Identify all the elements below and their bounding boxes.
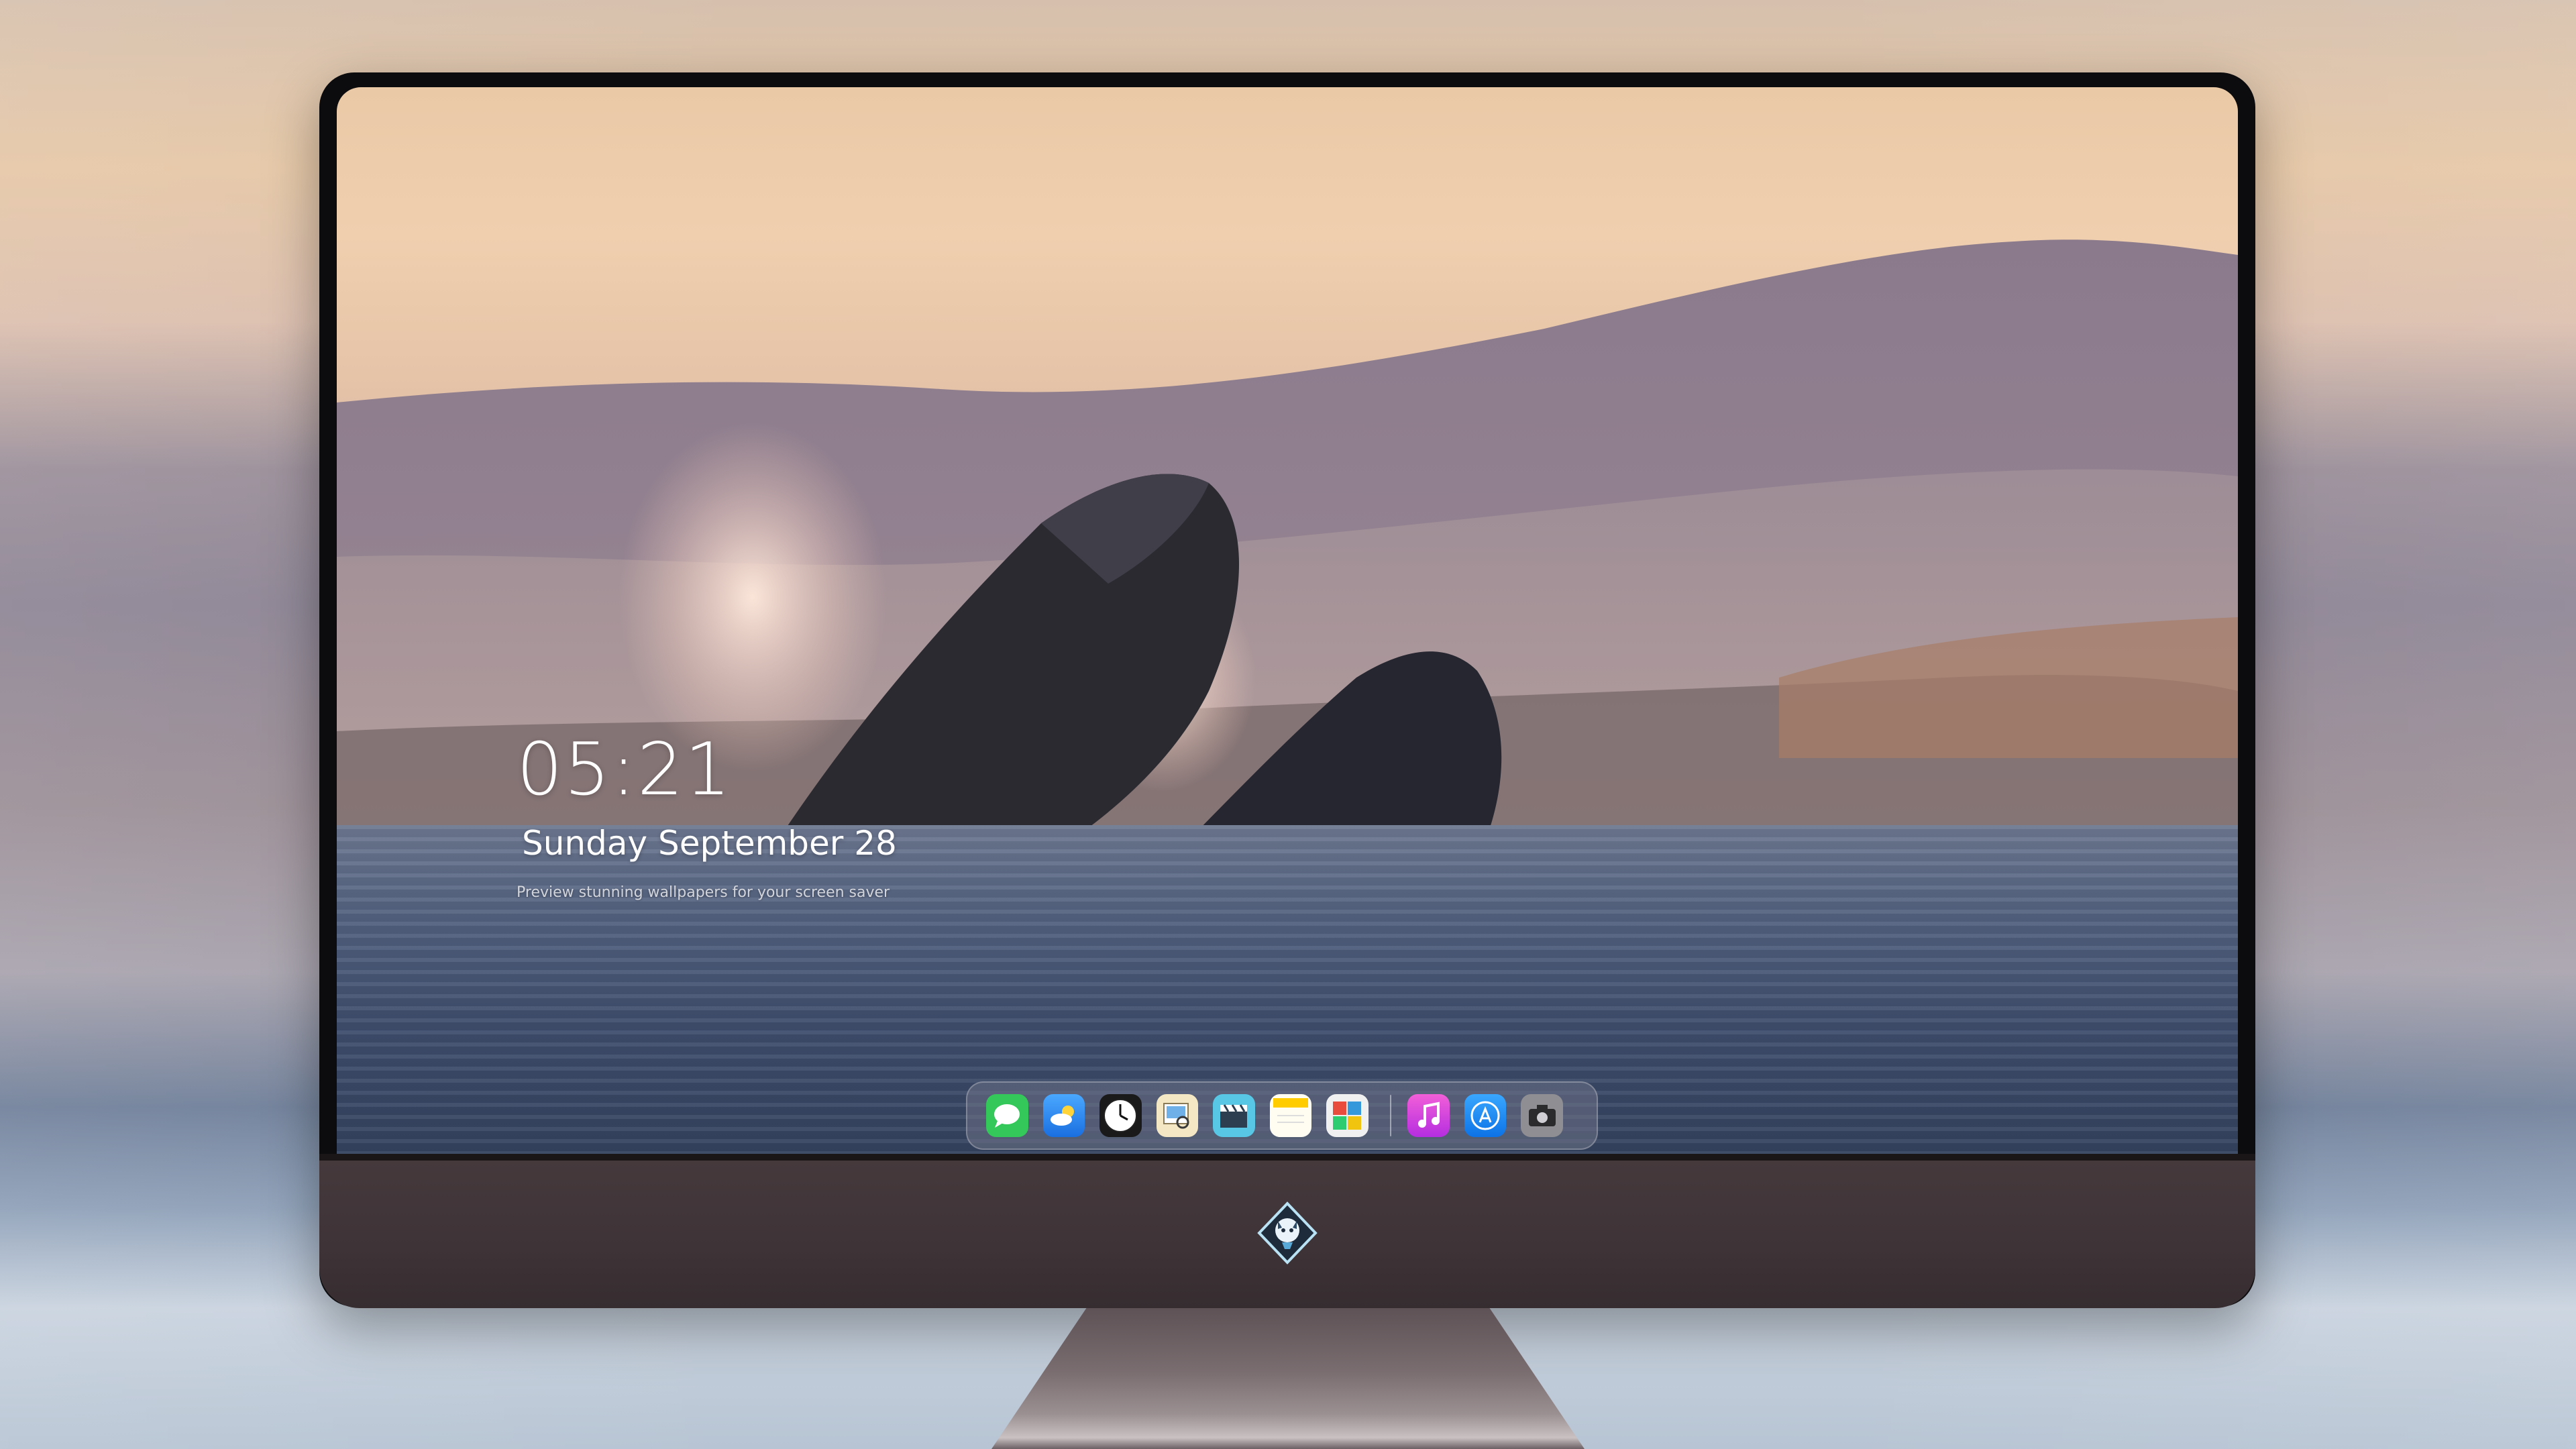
app-store-icon — [1470, 1101, 1500, 1130]
screen — [337, 87, 2238, 1154]
music-icon — [1417, 1102, 1440, 1128]
dock — [966, 1081, 1598, 1150]
dock-app-music[interactable] — [1407, 1094, 1450, 1137]
dock-app-camera[interactable] — [1521, 1094, 1563, 1137]
dock-app-weather[interactable] — [1042, 1094, 1085, 1137]
dock-app-preview[interactable] — [1156, 1094, 1198, 1137]
dock-app-messages[interactable] — [986, 1094, 1028, 1137]
dock-app-notes[interactable] — [1269, 1094, 1311, 1137]
photo-gallery-icon — [1333, 1102, 1362, 1130]
monitor-stand — [991, 1308, 1585, 1449]
dock-app-clock[interactable] — [1099, 1094, 1142, 1137]
monitor-logo-icon — [1257, 1201, 1318, 1265]
dock-app-photo-booth[interactable] — [1326, 1094, 1368, 1137]
dock-app-app-store[interactable] — [1464, 1094, 1507, 1137]
camera-icon — [1528, 1105, 1556, 1126]
weather-icon — [1050, 1106, 1074, 1126]
lock-screen-clock: 05:21 — [517, 728, 733, 812]
notes-icon — [1273, 1098, 1308, 1123]
dock-app-clips[interactable] — [1213, 1094, 1255, 1137]
clapper-icon — [1220, 1104, 1248, 1128]
preview-icon — [1163, 1103, 1189, 1129]
lock-screen-tagline: Preview stunning wallpapers for your scr… — [517, 884, 890, 901]
dock-separator — [1389, 1095, 1392, 1136]
lock-screen-date: Sunday September 28 — [522, 824, 897, 863]
messages-icon — [994, 1104, 1020, 1128]
clock-icon — [1104, 1099, 1138, 1132]
